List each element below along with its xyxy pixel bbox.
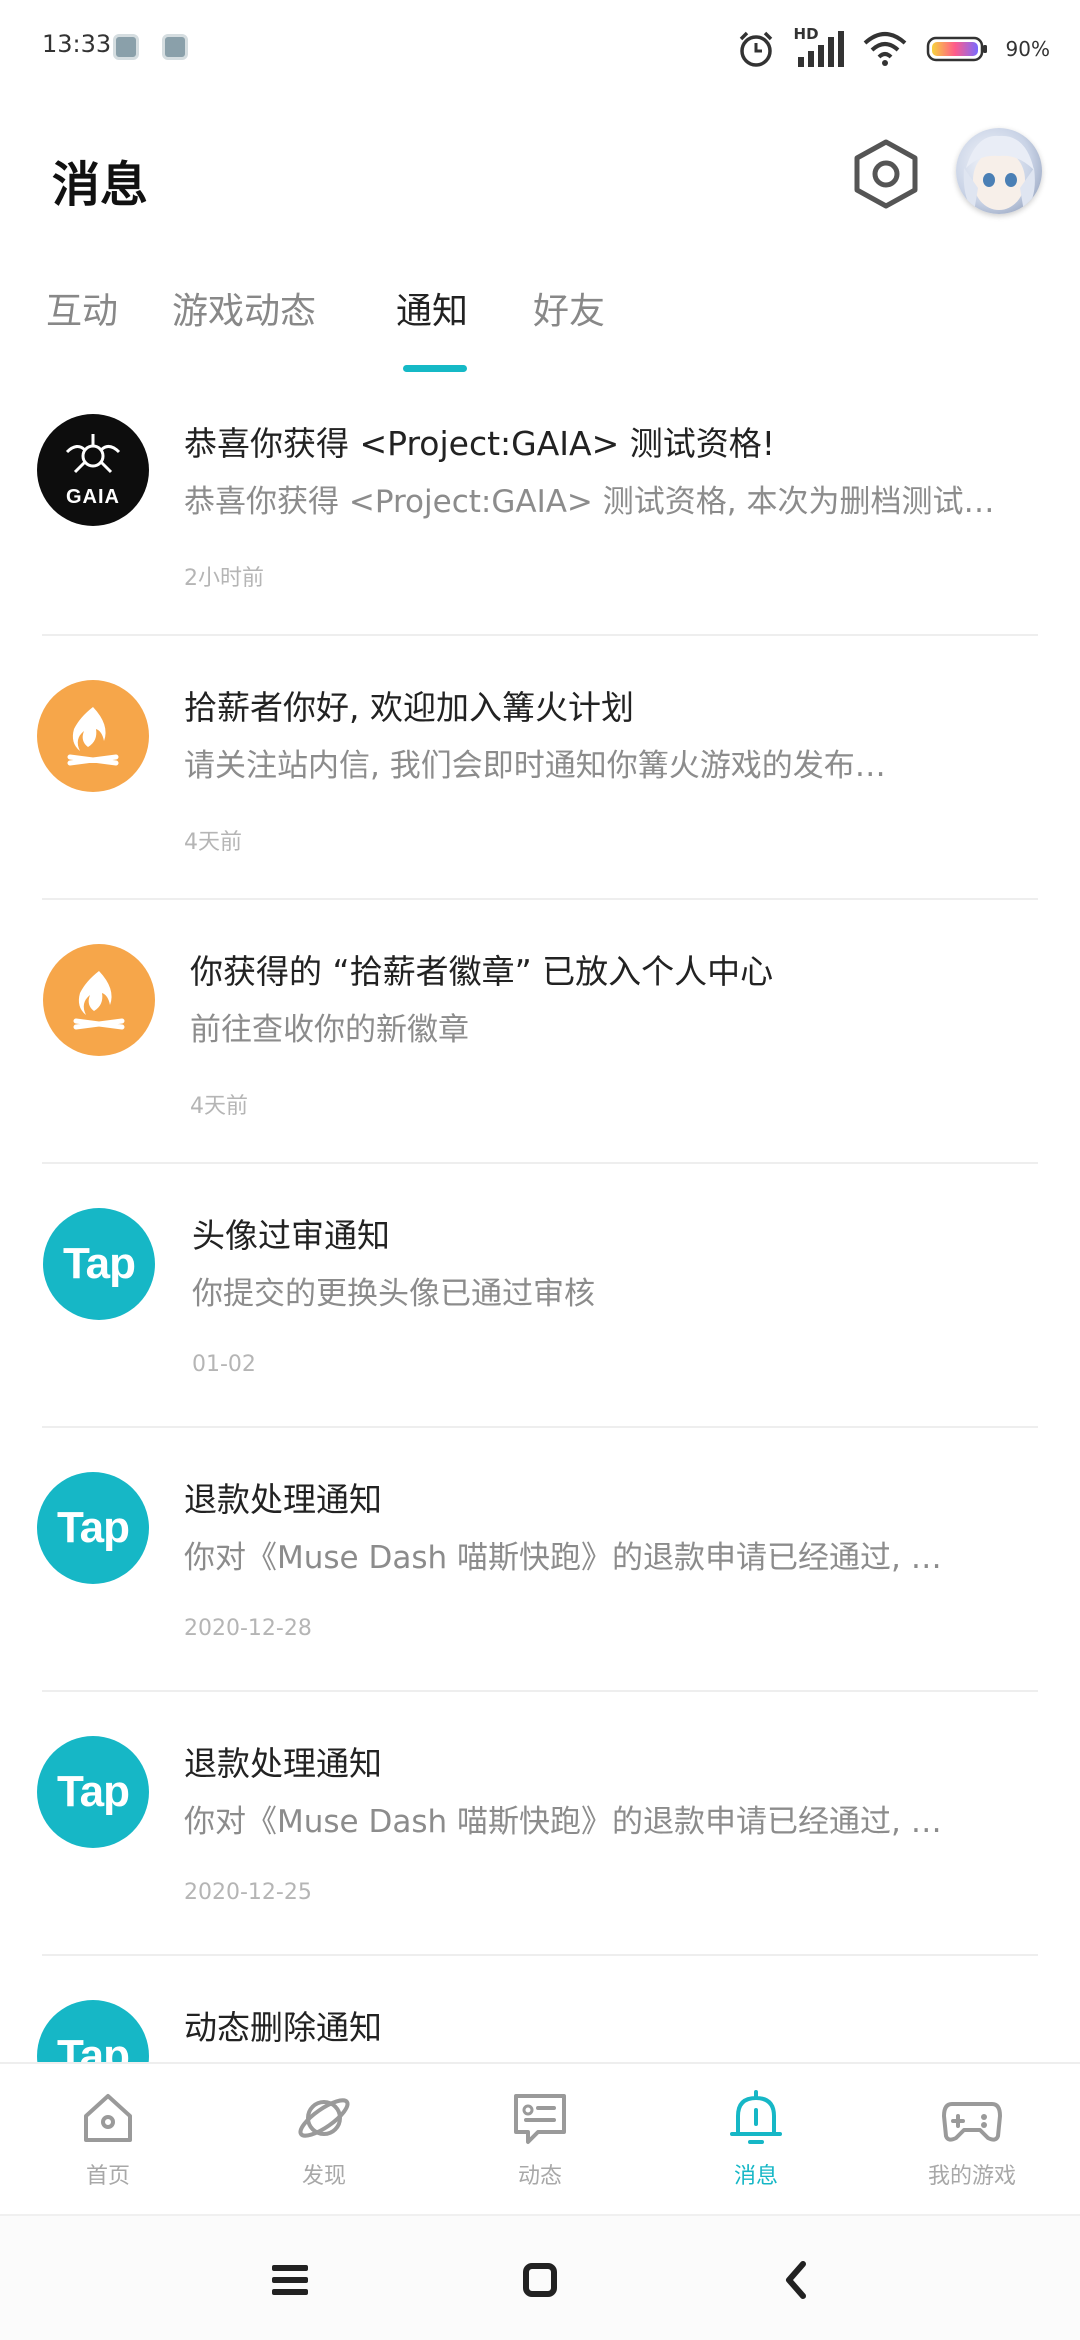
tap-logo-text: Tap bbox=[63, 1239, 136, 1288]
notification-time: 2020-12-25 bbox=[184, 1880, 312, 1905]
notification-time: 4天前 bbox=[190, 1094, 248, 1119]
notification-body: 你对《Muse Dash 喵斯快跑》的退款申请已经通过, … bbox=[184, 1804, 942, 1840]
tab-notifications[interactable]: 通知 bbox=[396, 282, 468, 334]
status-bar: 13:33 HD 90% bbox=[0, 0, 1080, 96]
tab-interactions[interactable]: 互动 bbox=[46, 282, 118, 334]
notification-item[interactable]: Tap 退款处理通知 你对《Muse Dash 喵斯快跑》的退款申请已经通过, … bbox=[0, 1428, 1080, 1692]
battery-percent: 90% bbox=[1005, 37, 1050, 61]
notification-title: 动态删除通知 bbox=[184, 2008, 382, 2047]
tap-logo-icon: Tap bbox=[43, 1208, 155, 1320]
notification-list: GAIA 恭喜你获得 <Project:GAIA> 测试资格! 恭喜你获得 <P… bbox=[0, 372, 1080, 2064]
menu-icon bbox=[272, 2265, 308, 2295]
notification-body: 请关注站内信, 我们会即时通知你篝火游戏的发布… bbox=[184, 748, 886, 784]
status-time: 13:33 bbox=[42, 30, 112, 58]
screen: 13:33 HD 90% 消息 互动 游戏动态 通知 好友 GAIA 恭喜你获得… bbox=[0, 0, 1080, 2340]
nav-label: 发现 bbox=[301, 2164, 346, 2189]
signal-icon: HD bbox=[794, 25, 844, 71]
tap-logo-text: Tap bbox=[57, 1503, 130, 1552]
back-arrow-icon bbox=[786, 2261, 806, 2299]
home-icon bbox=[84, 2094, 132, 2142]
notification-item[interactable]: 拾薪者你好, 欢迎加入篝火计划 请关注站内信, 我们会即时通知你篝火游戏的发布…… bbox=[0, 636, 1080, 900]
user-avatar[interactable] bbox=[956, 128, 1042, 214]
notification-item[interactable]: Tap 头像过审通知 你提交的更换头像已通过审核 01-02 bbox=[0, 1164, 1080, 1428]
notification-title: 退款处理通知 bbox=[184, 1480, 382, 1519]
bonfire-icon bbox=[37, 680, 149, 792]
tap-logo-text: Tap bbox=[57, 2031, 130, 2064]
message-tabs: 互动 游戏动态 通知 好友 bbox=[0, 282, 1080, 372]
nav-my-games[interactable]: 我的游戏 bbox=[892, 2086, 1052, 2206]
notification-item[interactable]: Tap 动态删除通知 bbox=[0, 1956, 1080, 2064]
gear-icon bbox=[854, 139, 918, 209]
square-icon bbox=[523, 2263, 557, 2297]
feed-icon bbox=[514, 2094, 566, 2144]
notification-body: 前往查收你的新徽章 bbox=[190, 1012, 469, 1048]
notification-title: 你获得的 “拾薪者徽章” 已放入个人中心 bbox=[190, 952, 774, 991]
planet-icon bbox=[298, 2098, 350, 2138]
status-indicators: HD 90% bbox=[736, 24, 1050, 74]
notification-title: 拾薪者你好, 欢迎加入篝火计划 bbox=[184, 688, 634, 727]
page-title: 消息 bbox=[52, 157, 149, 213]
tap-logo-icon: Tap bbox=[37, 1472, 149, 1584]
notification-body: 你提交的更换头像已通过审核 bbox=[192, 1276, 595, 1312]
nav-label: 消息 bbox=[733, 2164, 778, 2189]
system-navigation-bar bbox=[0, 2214, 1080, 2340]
nav-label: 我的游戏 bbox=[927, 2164, 1016, 2189]
tap-logo-icon: Tap bbox=[37, 1736, 149, 1848]
notification-item[interactable]: GAIA 恭喜你获得 <Project:GAIA> 测试资格! 恭喜你获得 <P… bbox=[0, 372, 1080, 636]
alarm-icon bbox=[739, 31, 772, 67]
nav-home[interactable]: 首页 bbox=[28, 2086, 188, 2206]
nav-feed[interactable]: 动态 bbox=[460, 2086, 620, 2206]
nav-label: 动态 bbox=[517, 2164, 562, 2189]
wifi-icon bbox=[863, 32, 906, 66]
nav-label: 首页 bbox=[85, 2164, 130, 2189]
active-tab-indicator bbox=[403, 365, 467, 372]
settings-button[interactable] bbox=[852, 138, 920, 210]
bell-icon bbox=[730, 2090, 782, 2144]
tap-logo-text: Tap bbox=[57, 1767, 130, 1816]
gamepad-icon bbox=[942, 2102, 1002, 2142]
notification-time: 01-02 bbox=[192, 1352, 256, 1377]
gaia-logo-text: GAIA bbox=[66, 485, 120, 508]
notification-item[interactable]: 你获得的 “拾薪者徽章” 已放入个人中心 前往查收你的新徽章 4天前 bbox=[0, 900, 1080, 1164]
home-button[interactable] bbox=[510, 2254, 570, 2306]
nav-messages[interactable]: 消息 bbox=[676, 2086, 836, 2206]
bottom-navigation: 首页 发现 动态 消息 我的游戏 bbox=[0, 2062, 1080, 2214]
notification-time: 2020-12-28 bbox=[184, 1616, 312, 1641]
notification-title: 头像过审通知 bbox=[192, 1216, 390, 1255]
nav-discover[interactable]: 发现 bbox=[244, 2086, 404, 2206]
bonfire-icon bbox=[43, 944, 155, 1056]
tab-friends[interactable]: 好友 bbox=[533, 282, 605, 334]
tap-notification-icon bbox=[113, 34, 139, 60]
notification-body: 你对《Muse Dash 喵斯快跑》的退款申请已经通过, … bbox=[184, 1540, 942, 1576]
notification-item[interactable]: Tap 退款处理通知 你对《Muse Dash 喵斯快跑》的退款申请已经通过, … bbox=[0, 1692, 1080, 1956]
notification-title: 恭喜你获得 <Project:GAIA> 测试资格! bbox=[184, 424, 775, 463]
notification-body: 恭喜你获得 <Project:GAIA> 测试资格, 本次为删档测试… bbox=[184, 484, 995, 520]
notification-time: 2小时前 bbox=[184, 566, 264, 591]
notification-time: 4天前 bbox=[184, 830, 242, 855]
avatar-image bbox=[963, 135, 1035, 212]
tap-logo-icon: Tap bbox=[37, 2000, 149, 2064]
back-button[interactable] bbox=[766, 2254, 826, 2306]
tap-notification-icon bbox=[162, 34, 188, 60]
gaia-logo-icon: GAIA bbox=[37, 414, 149, 526]
notification-title: 退款处理通知 bbox=[184, 1744, 382, 1783]
tab-game-updates[interactable]: 游戏动态 bbox=[172, 282, 316, 334]
battery-icon bbox=[926, 36, 987, 62]
recent-apps-button[interactable] bbox=[260, 2254, 320, 2306]
